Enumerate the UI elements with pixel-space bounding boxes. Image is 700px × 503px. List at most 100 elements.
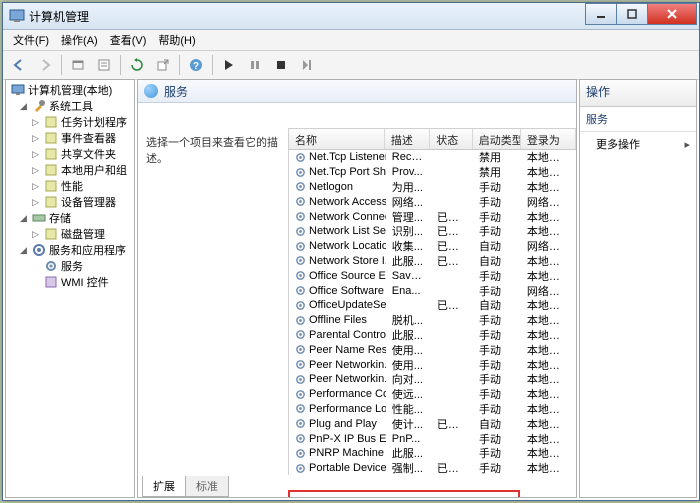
menu-help[interactable]: 帮助(H)	[152, 30, 201, 50]
col-start[interactable]: 启动类型	[473, 129, 521, 149]
refresh-button[interactable]	[125, 53, 149, 77]
service-desc: 管理...	[386, 209, 431, 225]
maximize-button[interactable]	[616, 3, 648, 25]
pause-service-button[interactable]	[243, 53, 267, 77]
service-logon: 本地系统	[521, 297, 576, 313]
tab-extended[interactable]: 扩展	[142, 476, 186, 497]
service-row[interactable]: Network Connec...管理...已启动手动本地系统	[289, 209, 576, 224]
service-row[interactable]: Peer Name Res...使用...手动本地服务	[289, 342, 576, 357]
tree-services-apps[interactable]: ◢ 服务和应用程序	[6, 242, 134, 258]
up-button[interactable]	[66, 53, 90, 77]
help-button[interactable]: ?	[184, 53, 208, 77]
tree-item[interactable]: ▷磁盘管理	[6, 226, 134, 242]
menu-action[interactable]: 操作(A)	[55, 30, 104, 50]
stop-service-button[interactable]	[269, 53, 293, 77]
service-row[interactable]: Performance Lo...性能...手动本地服务	[289, 402, 576, 417]
tree-item[interactable]: ▷事件查看器	[6, 130, 134, 146]
menu-view[interactable]: 查看(V)	[104, 30, 153, 50]
service-row[interactable]: Network Locatio...收集...已启动自动网络服务	[289, 239, 576, 254]
expand-icon[interactable]: ▷	[30, 229, 41, 240]
service-name: Performance Co...	[309, 388, 386, 400]
item-icon	[44, 227, 58, 241]
toolbar-sep	[61, 55, 62, 75]
expand-icon[interactable]: ▷	[30, 181, 41, 192]
tree-item[interactable]: ▷性能	[6, 178, 134, 194]
service-row[interactable]: Network Access ...网络...手动网络服务	[289, 194, 576, 209]
collapse-icon[interactable]: ◢	[18, 101, 29, 112]
tree-item[interactable]: ▷设备管理器	[6, 194, 134, 210]
service-row[interactable]: OfficeUpdateSer...已启动自动本地系统	[289, 298, 576, 313]
service-logon: 本地服务	[521, 253, 576, 269]
export-button[interactable]	[151, 53, 175, 77]
col-status[interactable]: 状态	[430, 129, 473, 149]
tree-item[interactable]: ▷共享文件夹	[6, 146, 134, 162]
service-row[interactable]: Net.Tcp Listener...Rece...禁用本地服务	[289, 150, 576, 165]
tree-body: 计算机管理(本地) ◢ 系统工具 ▷任务计划程序▷事件查看器▷共享文件夹▷本地用…	[6, 80, 134, 497]
service-row[interactable]: Net.Tcp Port Sh...Prov...禁用本地服务	[289, 165, 576, 180]
service-name: Peer Networkin...	[309, 373, 386, 385]
service-desc: 此服...	[386, 253, 431, 269]
service-row[interactable]: Office Software ...Ena...手动网络服务	[289, 283, 576, 298]
service-rows[interactable]: Net.Tcp Listener...Rece...禁用本地服务Net.Tcp …	[289, 150, 576, 475]
service-row[interactable]: Offline Files脱机...手动本地系统	[289, 313, 576, 328]
service-icon	[295, 226, 306, 237]
service-name: Netlogon	[309, 181, 353, 193]
service-row[interactable]: Peer Networkin...向对...手动本地服务	[289, 372, 576, 387]
collapse-icon[interactable]: ◢	[18, 245, 29, 256]
tree-storage[interactable]: ◢ 存储	[6, 210, 134, 226]
service-row[interactable]: Parental Controls此服...手动本地服务	[289, 328, 576, 343]
tab-standard[interactable]: 标准	[185, 476, 229, 497]
tree-item[interactable]: ▷本地用户和组	[6, 162, 134, 178]
service-name: Performance Lo...	[309, 403, 386, 415]
service-icon	[295, 359, 306, 370]
service-row[interactable]: Network List Ser...识别...已启动手动本地服务	[289, 224, 576, 239]
forward-button[interactable]	[33, 53, 57, 77]
expand-icon[interactable]: ▷	[30, 117, 41, 128]
tree-item[interactable]: WMI 控件	[6, 274, 134, 290]
service-desc: 此服...	[386, 445, 431, 461]
service-row[interactable]: Performance Co...使远...手动本地服务	[289, 387, 576, 402]
tree-item[interactable]: 服务	[6, 258, 134, 274]
close-button[interactable]	[647, 3, 697, 25]
minimize-button[interactable]	[585, 3, 617, 25]
start-service-button[interactable]	[217, 53, 241, 77]
service-row[interactable]: Plug and Play使计...已启动自动本地系统	[289, 416, 576, 431]
service-row[interactable]: Peer Networkin...使用...手动本地服务	[289, 357, 576, 372]
service-row[interactable]: Office Source E...Save...手动本地系统	[289, 268, 576, 283]
service-start: 手动	[473, 431, 521, 447]
service-logon: 本地服务	[521, 342, 576, 358]
restart-service-button[interactable]	[295, 53, 319, 77]
center-pane: 服务 选择一个项目来查看它的描述。 名称 描述 状态 启动类型 登录为 Net.…	[137, 79, 577, 498]
service-name: Portable Device ...	[309, 462, 386, 474]
service-name: Parental Controls	[309, 329, 386, 341]
col-desc[interactable]: 描述	[385, 129, 430, 149]
properties-button[interactable]	[92, 53, 116, 77]
service-row[interactable]: Network Store I...此服...已启动自动本地服务	[289, 254, 576, 269]
tree-system-tools[interactable]: ◢ 系统工具	[6, 98, 134, 114]
refresh-icon[interactable]	[144, 84, 158, 98]
service-row[interactable]: PnP-X IP Bus En...PnP...手动本地系统	[289, 431, 576, 446]
service-row[interactable]: Portable Device ...强制...已启动手动本地系统	[289, 461, 576, 475]
service-row[interactable]: Netlogon为用...手动本地系统	[289, 180, 576, 195]
service-desc: Ena...	[386, 285, 431, 297]
expand-icon[interactable]: ▷	[30, 197, 41, 208]
service-row[interactable]: PNRP Machine ...此服...手动本地服务	[289, 446, 576, 461]
service-name: Offline Files	[309, 314, 367, 326]
back-button[interactable]	[7, 53, 31, 77]
actions-more[interactable]: 更多操作 ▸	[580, 132, 696, 156]
service-logon: 本地系统	[521, 209, 576, 225]
collapse-icon[interactable]: ◢	[18, 213, 29, 224]
menu-file[interactable]: 文件(F)	[7, 30, 55, 50]
col-name[interactable]: 名称	[289, 129, 385, 149]
tree-root[interactable]: 计算机管理(本地)	[6, 82, 134, 98]
expand-icon[interactable]: ▷	[30, 133, 41, 144]
expand-icon[interactable]: ▷	[30, 149, 41, 160]
item-icon	[44, 115, 58, 129]
service-start: 手动	[473, 386, 521, 402]
description-area: 选择一个项目来查看它的描述。	[138, 128, 288, 475]
service-icon	[295, 374, 306, 385]
col-logon[interactable]: 登录为	[521, 129, 576, 149]
expand-icon[interactable]: ▷	[30, 165, 41, 176]
tree-item[interactable]: ▷任务计划程序	[6, 114, 134, 130]
service-logon: 本地服务	[521, 401, 576, 417]
